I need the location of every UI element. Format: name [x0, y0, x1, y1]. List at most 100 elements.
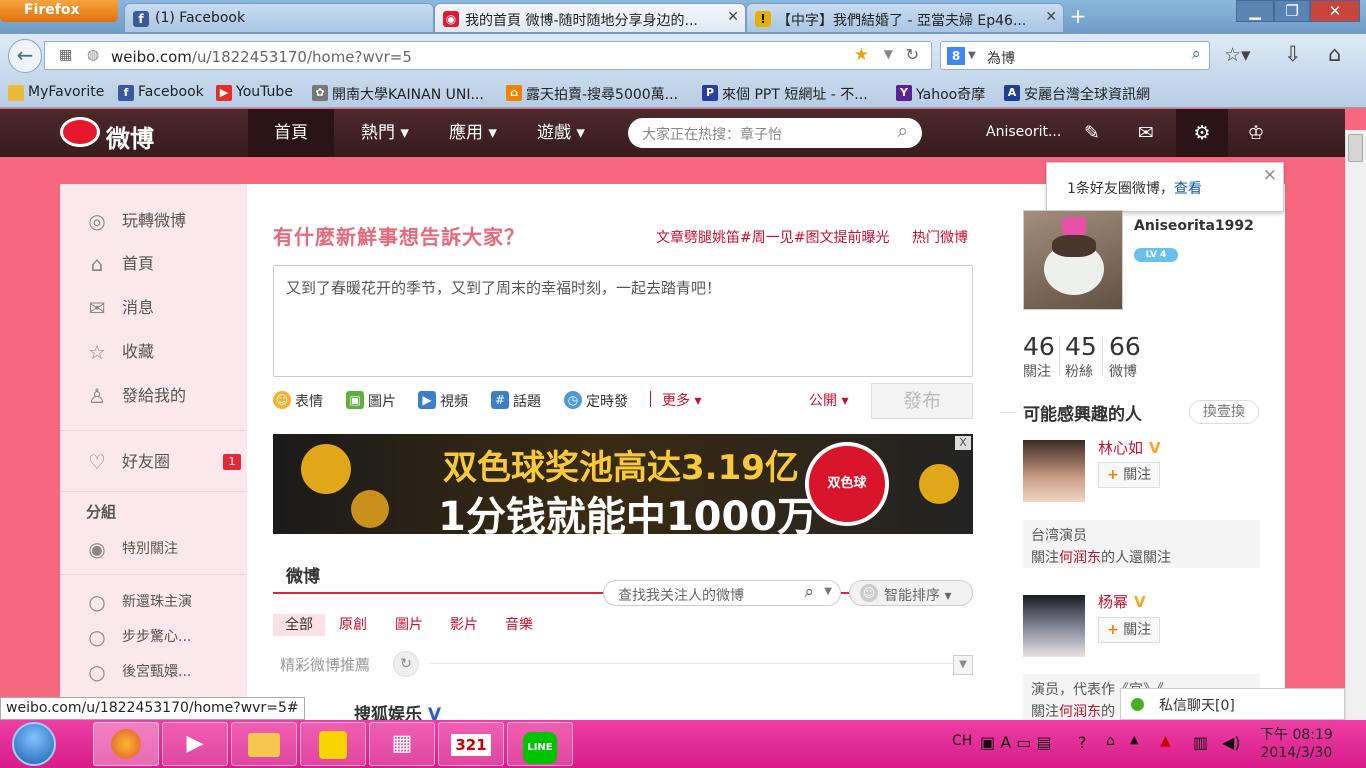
home-icon[interactable]: ⌂ — [1328, 42, 1341, 66]
help-icon[interactable]: ? — [1078, 733, 1087, 752]
tab-facebook[interactable]: f (1) Facebook — [124, 3, 434, 33]
close-tab-icon[interactable]: ✕ — [1045, 9, 1057, 25]
new-tab-button[interactable]: + — [1064, 4, 1092, 30]
bookmark-ppt[interactable]: P 來個 PPT 短網址 - 不... — [702, 84, 868, 104]
taskbar-line[interactable]: LINE — [507, 722, 573, 766]
bookmark-amway[interactable]: A 安麗台灣全球資訊網 — [1004, 84, 1150, 104]
refresh-icon[interactable]: ↻ — [393, 651, 419, 677]
start-button[interactable] — [12, 722, 56, 766]
volume-icon[interactable]: ◀) — [1222, 733, 1241, 752]
lottery-ad-banner[interactable]: 双色球奖池高达3.19亿 1分钱就能中1000万 双色球 X — [273, 434, 973, 534]
sidebar-item-messages[interactable]: ✉ 消息 — [86, 295, 154, 321]
follow-button[interactable]: + 關注 — [1098, 617, 1160, 643]
more-tools-button[interactable]: 更多 ▾ — [662, 390, 701, 410]
site-identity-icon[interactable]: ◍ — [87, 47, 99, 63]
view-link[interactable]: 查看 — [1174, 181, 1202, 197]
hot-topic-link[interactable]: 文章劈腿姚笛#周一见#图文提前曝光 — [656, 227, 889, 247]
sidebar-item-sent-to-me[interactable]: ♙ 發給我的 — [86, 383, 186, 409]
system-clock[interactable]: 下午 08:19 2014/3/30 — [1260, 726, 1333, 762]
smart-sort-dropdown[interactable]: ☺ 智能排序 ▾ — [849, 580, 973, 606]
person-avatar[interactable] — [1023, 440, 1085, 502]
swap-button[interactable]: 換壹換 — [1189, 400, 1259, 424]
composer-textarea[interactable]: 又到了春暖花开的季节，又到了周末的幸福时刻，一起去踏青吧！ — [273, 265, 973, 377]
google-icon[interactable]: 8 — [947, 47, 965, 65]
bookmark-kainan[interactable]: ✿ 開南大學KAINAN UNI... — [312, 84, 484, 104]
level-badge[interactable]: LV 4 — [1134, 248, 1178, 262]
emoji-tool[interactable]: ☺ 表情 — [273, 391, 323, 411]
hot-weibo-link[interactable]: 热门微博 — [912, 227, 968, 247]
taskbar-calendar[interactable]: 321 — [438, 722, 504, 766]
nav-home[interactable]: 首頁 — [248, 109, 334, 157]
feed-search-input[interactable]: 查找我关注人的微博 ⌕ ▼ — [603, 580, 841, 606]
scrollbar-thumb[interactable] — [1348, 134, 1363, 162]
search-icon[interactable]: ⌕ — [897, 120, 908, 142]
search-icon[interactable]: ⌕ — [804, 582, 814, 602]
back-button[interactable]: ← — [8, 39, 42, 73]
profile-name[interactable]: Aniseorita1992 — [1134, 218, 1254, 234]
nav-apps[interactable]: 應用 ▾ — [434, 109, 512, 157]
weibo-logo[interactable]: 微博 — [60, 113, 154, 153]
profile-avatar[interactable] — [1023, 210, 1123, 310]
close-ad-button[interactable]: X — [955, 436, 971, 450]
taskbar-explorer[interactable] — [231, 722, 297, 766]
visibility-dropdown[interactable]: 公開 ▾ — [809, 390, 848, 410]
download-icon[interactable]: ⇩ — [1284, 42, 1302, 66]
page-list-icon[interactable]: ▦ — [59, 47, 72, 63]
stat-posts[interactable]: 66 微博 — [1109, 332, 1141, 381]
maximize-button[interactable]: ❐ — [1274, 0, 1310, 22]
post-button[interactable]: 發布 — [871, 383, 973, 419]
engine-dropdown-icon[interactable]: ▼ — [968, 50, 976, 61]
mutual-friend-link[interactable]: 何润东 — [1059, 704, 1101, 720]
private-chat-bar[interactable]: 私信聊天[0] — [1120, 688, 1345, 720]
ime-tray-icons[interactable]: ▣ A ▭ ▤ — [980, 733, 1052, 752]
network-icon[interactable]: ▥ — [1193, 733, 1208, 752]
minimize-button[interactable]: ▁ — [1236, 0, 1274, 22]
bookmark-star-icon[interactable]: ★ — [854, 45, 869, 65]
tab-variety-show[interactable]: ! 【中字】我們結婚了 - 亞當夫婦 Ep46... ✕ — [746, 3, 1064, 33]
bookmark-youtube[interactable]: ▶ YouTube — [216, 84, 293, 101]
tab-weibo[interactable]: ◉ 我的首頁 微博-随时随地分享身边的... ✕ — [434, 3, 746, 33]
person-avatar[interactable] — [1023, 595, 1085, 657]
language-indicator[interactable]: CH — [952, 733, 972, 749]
filter-music[interactable]: 音樂 — [505, 614, 533, 636]
search-bar[interactable]: 8 ▼ 為博 ⌕ — [940, 41, 1210, 70]
collapse-chevron-icon[interactable]: ▼ — [953, 655, 973, 675]
group-item-2[interactable]: ○ 步步驚心... — [86, 624, 191, 650]
show-hidden-icons-chevron[interactable]: ▲ — [1130, 733, 1138, 746]
bookmark-facebook[interactable]: f Facebook — [118, 84, 204, 101]
crown-icon[interactable]: ♔ — [1230, 109, 1282, 157]
sidebar-item-home[interactable]: ⌂ 首頁 — [86, 251, 154, 277]
topic-tool[interactable]: # 話題 — [491, 391, 541, 411]
bookmarks-menu-icon[interactable]: ☆▾ — [1224, 44, 1251, 66]
bookmark-ruten[interactable]: ⌂ 露天拍賣-搜尋5000萬... — [506, 84, 678, 104]
reload-icon[interactable]: ↻ — [906, 45, 919, 64]
page-scrollbar[interactable] — [1345, 130, 1366, 720]
notification-icon[interactable]: ⌂ — [1106, 733, 1115, 749]
group-item-special[interactable]: ◉ 特別關注 — [86, 536, 178, 562]
nav-games[interactable]: 遊戲 ▾ — [522, 109, 600, 157]
filter-videos[interactable]: 影片 — [450, 614, 478, 636]
taskbar-media-player[interactable]: ▶ — [162, 722, 228, 766]
close-tab-icon[interactable]: ✕ — [727, 9, 739, 25]
schedule-tool[interactable]: ◷ 定時發 — [564, 391, 628, 411]
chevron-down-icon[interactable]: ▼ — [824, 586, 832, 597]
follow-button[interactable]: + 關注 — [1098, 462, 1160, 488]
taskbar-firefox[interactable] — [93, 722, 159, 766]
nav-hot[interactable]: 熱門 ▾ — [346, 109, 424, 157]
sidebar-item-favorites[interactable]: ☆ 收藏 — [86, 339, 154, 365]
group-item-3[interactable]: ○ 後宮甄嬛... — [86, 659, 191, 685]
search-icon[interactable]: ⌕ — [1191, 44, 1201, 64]
filter-original[interactable]: 原創 — [339, 614, 367, 636]
weibo-search-input[interactable]: 大家正在热搜：章子怡 ⌕ — [628, 118, 922, 148]
compose-icon[interactable]: ✎ — [1066, 109, 1118, 157]
person-name[interactable]: 杨幂 V — [1098, 591, 1146, 612]
stat-followers[interactable]: 45 粉絲 — [1065, 332, 1097, 381]
history-dropdown-icon[interactable]: ▼ — [884, 47, 893, 61]
sidebar-item-tips[interactable]: ◎ 玩轉微博 — [86, 208, 186, 234]
tray-app-icon[interactable]: ▲ — [1160, 733, 1171, 749]
person-name[interactable]: 林心如 V — [1098, 437, 1161, 458]
feed-tab-weibo[interactable]: 微博 — [286, 562, 320, 587]
filter-all[interactable]: 全部 — [273, 614, 325, 636]
filter-images[interactable]: 圖片 — [395, 614, 423, 636]
bookmark-myfavorite[interactable]: MyFavorite — [8, 84, 104, 101]
